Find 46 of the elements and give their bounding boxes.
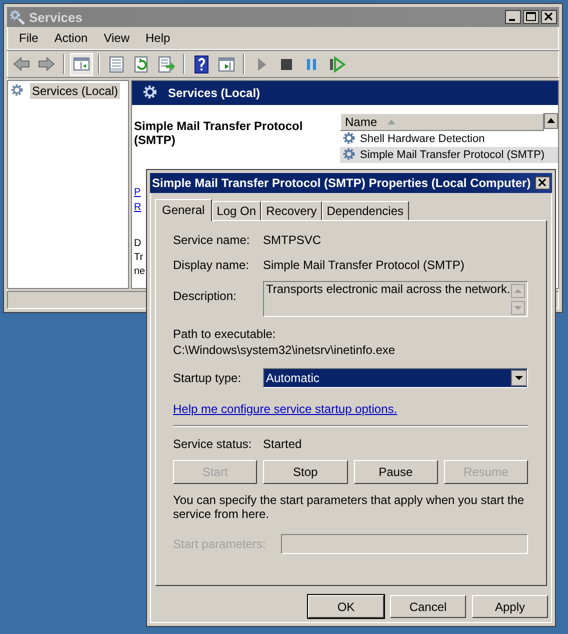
description-text: ne <box>134 265 146 279</box>
menu-item[interactable]: Help <box>138 29 178 47</box>
field-label: Service status: <box>173 437 253 451</box>
link[interactable]: R <box>134 200 142 215</box>
menu-item[interactable]: Action <box>46 29 96 47</box>
gear-icon <box>9 9 25 25</box>
column-header[interactable]: Name <box>340 113 544 131</box>
tab[interactable]: Recovery <box>261 201 322 220</box>
description-text: Tr <box>134 251 144 265</box>
startup-type-dropdown[interactable]: Automatic <box>263 368 528 388</box>
status-value: Started <box>263 437 303 451</box>
list-row[interactable]: Shell Hardware Detection <box>340 131 558 147</box>
tab[interactable]: General <box>155 199 212 221</box>
service-button[interactable]: Pause <box>354 460 438 484</box>
dialog-button[interactable]: Cancel <box>390 595 466 618</box>
menu-item[interactable]: View <box>96 29 138 47</box>
field-label: Service name: <box>173 233 251 247</box>
console-tree-icon[interactable] <box>71 54 92 74</box>
link[interactable]: P <box>134 185 141 200</box>
dialog-button[interactable]: Apply <box>472 595 548 618</box>
service-button[interactable]: Stop <box>263 460 348 484</box>
scroll-up-icon[interactable] <box>544 113 558 129</box>
field-value: SMTPSVC <box>263 233 322 247</box>
window-title: Services <box>29 10 82 24</box>
note-text: You can specify the start parameters that apply when you start the service from here. <box>173 493 526 521</box>
field-label: Display name: <box>173 258 250 272</box>
pane-title: Services (Local) <box>168 86 260 100</box>
help-link[interactable]: Help me configure service startup options. <box>173 402 398 416</box>
sort-arrow-icon <box>387 119 396 125</box>
tab[interactable]: Log On <box>212 201 262 220</box>
field-label: Startup type: <box>173 371 242 385</box>
field-value: Simple Mail Transfer Protocol (SMTP) <box>263 258 466 272</box>
list-row[interactable]: Simple Mail Transfer Protocol (SMTP) <box>340 147 558 163</box>
tab[interactable]: Dependencies <box>322 201 408 220</box>
export-list-icon[interactable] <box>156 54 177 74</box>
dialog-button[interactable]: OK <box>308 595 384 618</box>
field-label: Description: <box>173 289 238 303</box>
dialog-title: Simple Mail Transfer Protocol (SMTP) Properties (Local Computer) <box>152 176 531 190</box>
close-icon[interactable] <box>534 176 550 190</box>
service-title: Simple Mail Transfer Protocol (SMTP) <box>134 119 304 147</box>
description-text: D <box>134 237 142 251</box>
field-label: Path to executable: <box>173 326 277 342</box>
path-value: C:\Windows\system32\inetsrv\inetinfo.exe <box>173 342 396 358</box>
description-box: Transports electronic mail across the network. <box>263 281 528 317</box>
tree-item[interactable]: Services (Local) <box>30 83 120 99</box>
menu-item[interactable]: File <box>11 29 46 47</box>
